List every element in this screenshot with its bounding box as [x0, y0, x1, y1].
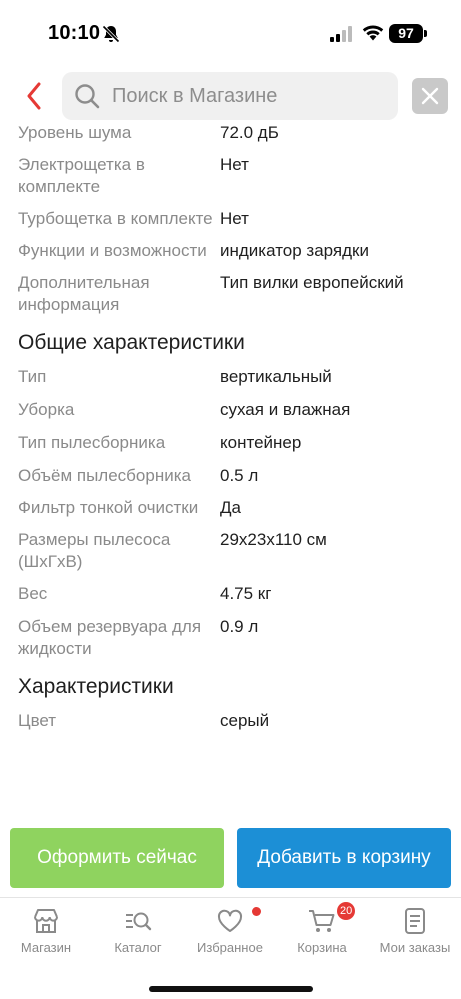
tab-my-orders[interactable]: Мои заказы	[369, 906, 461, 955]
battery-indicator: 97	[389, 24, 427, 43]
spec-label: Размеры пылесоса (ШхГхВ)	[18, 530, 171, 571]
catalog-search-icon	[126, 912, 152, 931]
spec-label: Вес	[18, 584, 48, 603]
spec-row: Функции и возможности индикатор зарядки	[0, 240, 461, 262]
spec-label: Объем резервуара для жидкости	[18, 617, 202, 658]
status-bar: 10:10 97	[0, 0, 461, 64]
spec-row: Цвет серый	[0, 710, 461, 732]
spec-value: вертикальный	[220, 367, 332, 386]
add-to-cart-button[interactable]: Добавить в корзину	[237, 828, 451, 888]
spec-label: Функции и возможности	[18, 241, 207, 260]
checkout-now-button[interactable]: Оформить сейчас	[10, 828, 224, 888]
spec-value: 29x23x110 см	[220, 530, 327, 549]
spec-label: Уборка	[18, 400, 75, 419]
spec-row: Объем резервуара для жидкости 0.9 л	[0, 616, 461, 660]
action-bar: Оформить сейчас Добавить в корзину	[0, 828, 461, 890]
spec-row: Уборка сухая и влажная	[0, 399, 461, 421]
spec-value: 0.5 л	[220, 466, 259, 485]
spec-row: Тип пылесборника контейнер	[0, 432, 461, 454]
close-icon	[421, 87, 439, 105]
close-search-button[interactable]	[412, 78, 448, 114]
spec-row: Электрощетка в комплекте Нет	[0, 154, 461, 198]
spec-row: Турбощетка в комплекте Нет	[0, 208, 461, 230]
spec-value: Нет	[220, 209, 249, 228]
back-button[interactable]	[14, 76, 54, 116]
spec-value: индикатор зарядки	[220, 241, 369, 260]
spec-value: сухая и влажная	[220, 400, 351, 419]
spec-label: Тип пылесборника	[18, 433, 166, 452]
orders-document-icon	[405, 908, 425, 934]
spec-label: Тип	[18, 367, 47, 386]
bottom-tab-bar: Магазин Каталог Избранное Корзина 20 Мои…	[0, 897, 461, 999]
tab-catalog[interactable]: Каталог	[92, 906, 184, 955]
spec-label: Цвет	[18, 711, 57, 730]
tab-label: Каталог	[114, 940, 162, 955]
spec-value: контейнер	[220, 433, 302, 452]
spec-value: Тип вилки европейский	[220, 273, 404, 292]
spec-row: Размеры пылесоса (ШхГхВ) 29x23x110 см	[0, 529, 461, 573]
spec-label: Дополнительная информация	[18, 273, 150, 314]
spec-label: Электрощетка в комплекте	[18, 155, 145, 196]
search-box[interactable]	[62, 72, 398, 120]
search-icon	[75, 84, 100, 109]
chevron-left-icon	[27, 82, 41, 110]
spec-row: Уровень шума 72.0 дБ	[0, 122, 461, 144]
spec-row: Объём пылесборника 0.5 л	[0, 465, 461, 487]
favorites-notification-dot	[252, 907, 261, 916]
spec-label: Турбощетка в комплекте	[18, 209, 213, 228]
spec-row: Фильтр тонкой очистки Да	[0, 497, 461, 519]
spec-row: Тип вертикальный	[0, 366, 461, 388]
cart-icon	[309, 910, 335, 932]
spec-value: 0.9 л	[220, 617, 259, 636]
status-time: 10:10	[48, 22, 101, 44]
spec-value: 4.75 кг	[220, 584, 272, 603]
tab-label: Магазин	[20, 940, 72, 955]
heart-icon	[217, 909, 243, 932]
spec-value: серый	[220, 711, 270, 730]
spec-label: Уровень шума	[18, 123, 132, 142]
store-icon	[34, 909, 58, 933]
section-title-general: Общие характеристики	[18, 331, 245, 354]
spec-value: 72.0 дБ	[220, 123, 279, 142]
spec-value: Да	[220, 498, 241, 517]
tab-favorites[interactable]: Избранное	[184, 906, 276, 955]
tab-label: Избранное	[197, 940, 263, 955]
spec-list[interactable]: Уровень шума 72.0 дБ Электрощетка в комп…	[0, 120, 461, 826]
home-indicator	[149, 986, 313, 992]
search-input[interactable]	[112, 84, 372, 108]
tab-label: Корзина	[297, 940, 347, 955]
spec-row: Дополнительная информация Тип вилки евро…	[0, 272, 461, 316]
section-title-characteristics: Характеристики	[18, 675, 174, 698]
search-header	[0, 64, 461, 126]
bell-slash-icon	[102, 25, 120, 43]
spec-row: Вес 4.75 кг	[0, 583, 461, 605]
spec-label: Фильтр тонкой очистки	[18, 498, 199, 517]
tab-label: Мои заказы	[379, 940, 451, 955]
spec-label: Объём пылесборника	[18, 466, 191, 485]
tab-shop[interactable]: Магазин	[0, 906, 92, 955]
spec-value: Нет	[220, 155, 249, 174]
cellular-signal-icon	[330, 26, 352, 42]
wifi-icon	[362, 25, 384, 41]
